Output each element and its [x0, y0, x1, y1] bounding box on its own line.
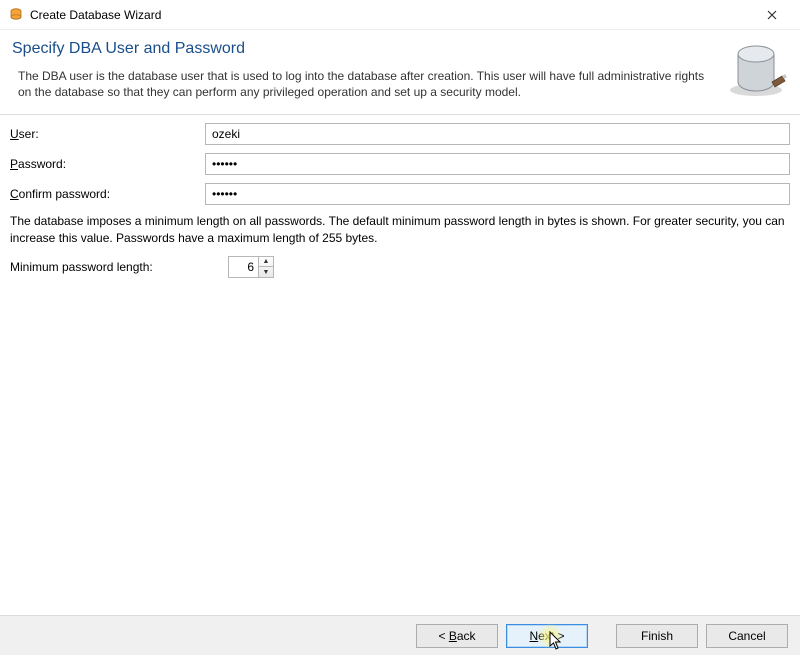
window-title: Create Database Wizard — [30, 8, 752, 22]
finish-button[interactable]: Finish — [616, 624, 698, 648]
form-area: User: Password: Confirm password: The da… — [0, 115, 800, 287]
stepper-down-button[interactable]: ▼ — [259, 267, 273, 277]
row-password: Password: — [10, 153, 790, 175]
password-label: Password: — [10, 157, 205, 171]
user-label: User: — [10, 127, 205, 141]
row-user: User: — [10, 123, 790, 145]
password-input[interactable] — [205, 153, 790, 175]
password-hint-text: The database imposes a minimum length on… — [10, 213, 790, 245]
page-description: The DBA user is the database user that i… — [18, 68, 714, 100]
next-button[interactable]: Next > — [506, 624, 588, 648]
wizard-header: Specify DBA User and Password The DBA us… — [0, 30, 800, 115]
stepper-up-button[interactable]: ▲ — [259, 257, 273, 268]
min-password-length-input[interactable] — [228, 256, 258, 278]
wizard-footer: < Back Next > Finish Cancel — [0, 615, 800, 655]
app-icon — [8, 7, 24, 23]
titlebar: Create Database Wizard — [0, 0, 800, 30]
cancel-button[interactable]: Cancel — [706, 624, 788, 648]
row-min-password-length: Minimum password length: ▲ ▼ — [10, 256, 790, 278]
confirm-password-label: Confirm password: — [10, 187, 205, 201]
row-confirm-password: Confirm password: — [10, 183, 790, 205]
page-title: Specify DBA User and Password — [12, 40, 714, 58]
database-illustration-icon — [724, 40, 788, 98]
close-button[interactable] — [752, 1, 792, 29]
back-button[interactable]: < Back — [416, 624, 498, 648]
min-password-length-stepper[interactable]: ▲ ▼ — [228, 256, 274, 278]
confirm-password-input[interactable] — [205, 183, 790, 205]
user-input[interactable] — [205, 123, 790, 145]
min-password-length-label: Minimum password length: — [10, 260, 228, 274]
